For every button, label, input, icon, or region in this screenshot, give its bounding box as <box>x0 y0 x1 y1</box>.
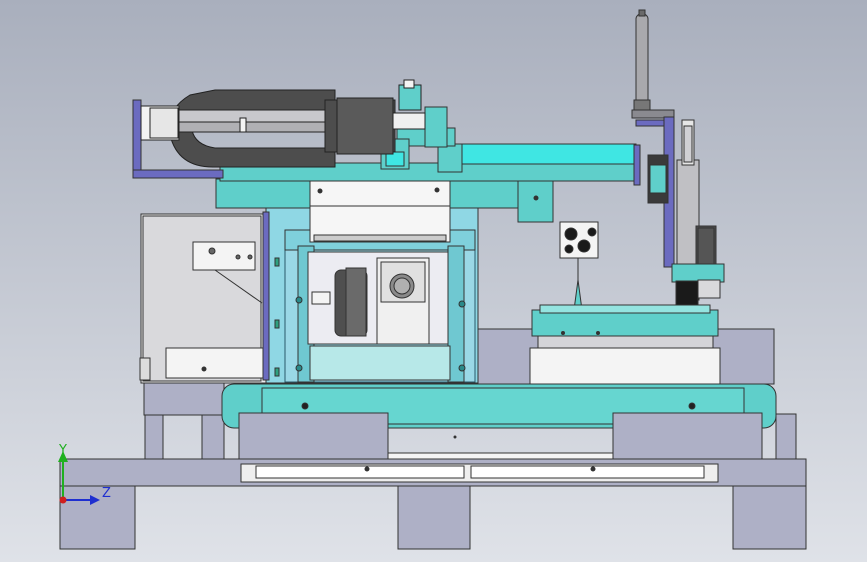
pneumatic-cylinder <box>140 79 426 168</box>
right-slide-table <box>529 304 721 385</box>
right-vertical-actuator <box>631 9 725 312</box>
y-axis-label: Y <box>59 443 67 458</box>
cad-viewport[interactable]: Y Z <box>0 0 867 562</box>
z-axis-label: Z <box>102 486 111 501</box>
z-axis-arrow-icon <box>90 495 100 505</box>
origin-dot-icon <box>59 496 67 504</box>
left-enclosure <box>139 213 267 384</box>
purple-side-rail <box>262 211 270 381</box>
machine-assembly-drawing <box>59 9 807 550</box>
